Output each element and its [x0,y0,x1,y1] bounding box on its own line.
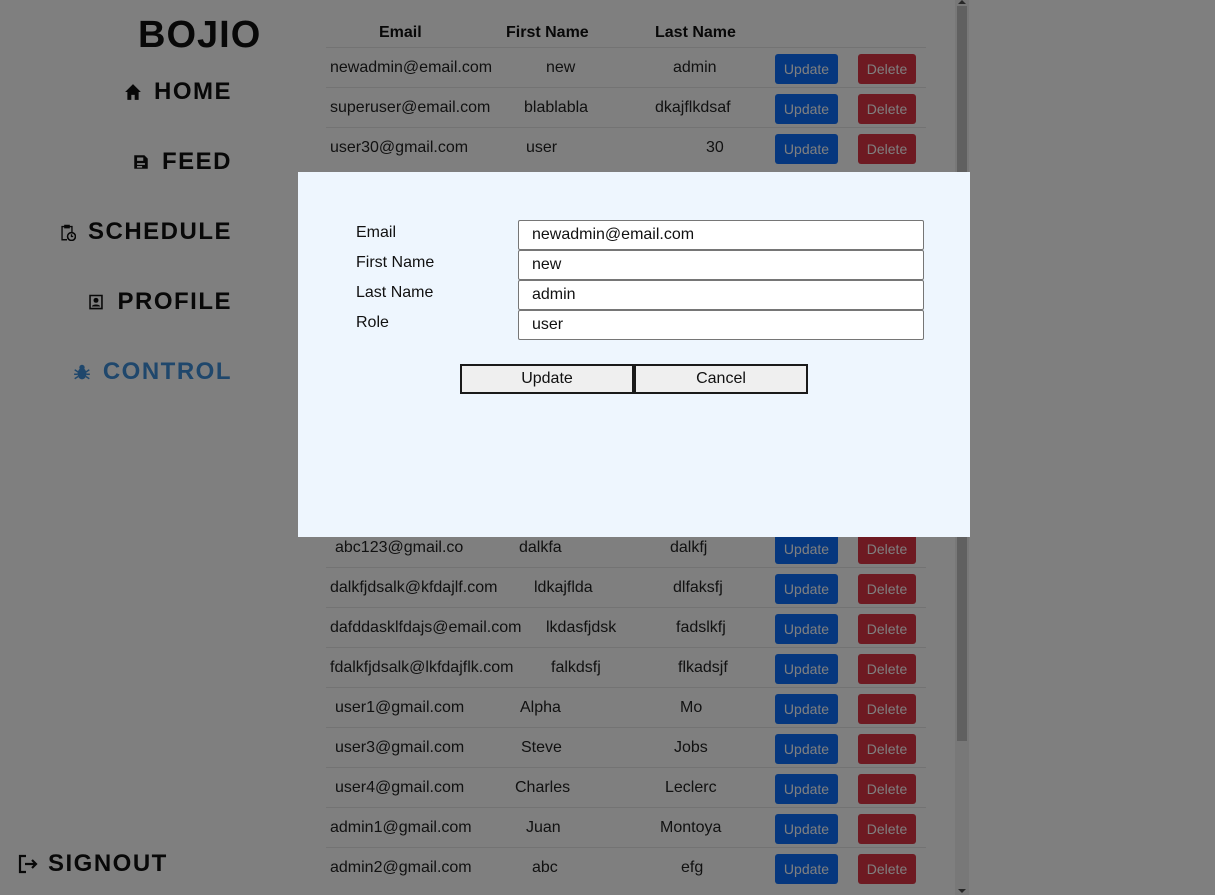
edit-user-modal: Email First Name Last Name Role Update C… [298,172,970,537]
last-name-label: Last Name [356,284,434,301]
modal-cancel-button[interactable]: Cancel [634,364,808,394]
role-label: Role [356,314,389,331]
modal-update-button[interactable]: Update [460,364,634,394]
last-name-field[interactable] [518,280,924,310]
first-name-label: First Name [356,254,435,271]
first-name-field[interactable] [518,250,924,280]
role-field[interactable] [518,310,924,340]
email-field[interactable] [518,220,924,250]
email-label: Email [356,224,397,241]
